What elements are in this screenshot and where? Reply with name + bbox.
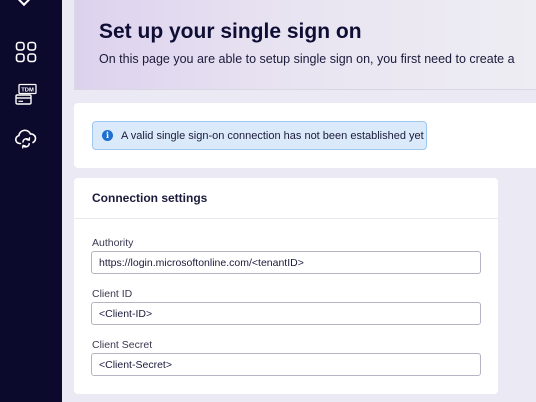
info-icon: i xyxy=(102,130,113,141)
tdm-badge-text: TDM xyxy=(21,88,34,94)
cloud-sync-icon xyxy=(14,129,37,149)
app-window: TDM Set up your single sign on On this p… xyxy=(0,0,536,402)
client-secret-label: Client Secret xyxy=(92,339,153,351)
collapse-caret-icon[interactable] xyxy=(16,0,32,7)
status-panel: i A valid single sign-on connection has … xyxy=(74,103,536,168)
connection-settings-card: Connection settings Authority Client ID … xyxy=(74,178,498,394)
page-description: On this page you are able to setup singl… xyxy=(99,52,515,66)
sso-status-alert: i A valid single sign-on connection has … xyxy=(92,121,427,150)
page-header: Set up your single sign on On this page … xyxy=(74,0,536,90)
tdm-card-icon: TDM xyxy=(15,83,37,105)
page-title: Set up your single sign on xyxy=(99,20,362,43)
sidebar-item-tdm[interactable]: TDM xyxy=(11,80,41,110)
authority-label: Authority xyxy=(92,237,134,249)
sidebar-item-dashboard[interactable] xyxy=(11,37,41,67)
card-title: Connection settings xyxy=(92,191,208,205)
grid-icon xyxy=(15,41,37,63)
card-header: Connection settings xyxy=(74,178,498,219)
alert-text: A valid single sign-on connection has no… xyxy=(121,129,424,142)
client-id-label: Client ID xyxy=(92,288,133,300)
sidebar-item-sync[interactable] xyxy=(11,123,41,153)
authority-input[interactable] xyxy=(91,251,481,274)
client-secret-input[interactable] xyxy=(91,353,481,376)
client-id-input[interactable] xyxy=(91,302,481,325)
sidebar: TDM xyxy=(0,0,62,402)
